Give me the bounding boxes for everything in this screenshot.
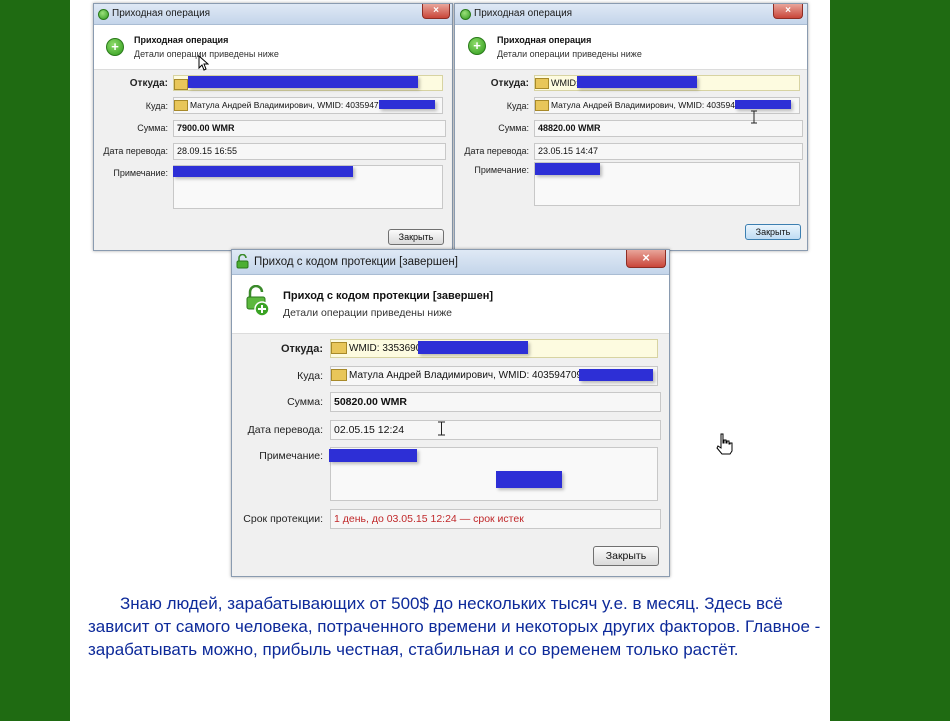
hand-cursor-icon <box>716 433 733 455</box>
redacted-block <box>577 76 697 88</box>
from-value: WMID: <box>551 78 579 88</box>
note-label: Примечание: <box>259 450 323 462</box>
close-icon[interactable]: × <box>626 250 666 268</box>
date-label: Дата перевода: <box>103 146 168 156</box>
webmoney-icon <box>460 9 471 20</box>
wmid-icon <box>535 78 549 90</box>
sum-field[interactable]: 48820.00 WMR <box>534 120 803 137</box>
note-label: Примечание: <box>113 168 168 178</box>
protection-value: 1 день, до 03.05.15 12:24 — срок истек <box>334 513 524 525</box>
wmid-icon <box>535 100 549 112</box>
window-title: Приход с кодом протекции [завершен] <box>254 256 458 268</box>
open-lock-icon <box>236 254 249 269</box>
body-paragraph: Знаю людей, зарабатывающих от 500$ до не… <box>88 594 821 659</box>
webmoney-icon <box>98 9 109 20</box>
date-value: 28.09.15 16:55 <box>177 146 238 156</box>
redacted-block <box>173 166 353 177</box>
sum-field[interactable]: 50820.00 WMR <box>330 392 661 412</box>
header: Приход с кодом протекции [завершен] Дета… <box>232 275 669 334</box>
body-text: Знаю людей, зарабатывающих от 500$ до не… <box>88 592 823 661</box>
close-button[interactable]: Закрыть <box>388 229 444 245</box>
lock-add-icon <box>246 285 270 317</box>
wmid-icon <box>174 100 188 112</box>
close-icon[interactable]: × <box>773 4 803 19</box>
wmid-icon <box>331 369 347 382</box>
to-label: Куда: <box>297 370 323 382</box>
date-value: 02.05.15 12:24 <box>334 424 405 436</box>
sum-label: Сумма: <box>137 123 168 133</box>
redacted-block <box>418 341 528 354</box>
from-label: Откуда: <box>490 78 529 89</box>
redacted-block <box>735 100 791 109</box>
header: + Приходная операция Детали операции при… <box>455 25 807 70</box>
to-label: Куда: <box>506 101 529 111</box>
redacted-block <box>188 76 418 88</box>
date-label: Дата перевода: <box>247 424 323 436</box>
to-value: Матула Андрей Владимирович, WMID: 403594… <box>349 370 583 381</box>
from-value: WMID: 3353690 <box>349 343 422 354</box>
incoming-operation-window-1: Приходная операция × + Приходная операци… <box>93 3 453 251</box>
close-button[interactable]: Закрыть <box>745 224 801 240</box>
redacted-block <box>329 449 417 462</box>
redacted-block <box>579 369 653 381</box>
from-label: Откуда: <box>280 343 323 355</box>
redacted-block <box>535 163 600 175</box>
sum-value: 7900.00 WMR <box>177 123 235 133</box>
header-title: Приходная операция <box>134 35 229 45</box>
close-button[interactable]: Закрыть <box>593 546 659 566</box>
add-icon: + <box>106 38 124 56</box>
text-cursor-icon <box>751 110 757 124</box>
to-label: Куда: <box>145 101 168 111</box>
title-bar[interactable]: Приход с кодом протекции [завершен] × <box>232 250 669 275</box>
date-field[interactable]: 28.09.15 16:55 <box>173 143 446 160</box>
from-label: Откуда: <box>129 78 168 89</box>
note-label: Примечание: <box>474 165 529 175</box>
header: + Приходная операция Детали операции при… <box>94 25 452 70</box>
title-bar[interactable]: Приходная операция × <box>94 4 452 25</box>
to-value: Матула Андрей Владимирович, WMID: 403594… <box>551 100 750 110</box>
wmid-icon <box>174 79 188 90</box>
sum-label: Сумма: <box>287 396 323 408</box>
date-value: 23.05.15 14:47 <box>538 146 599 156</box>
date-field[interactable]: 02.05.15 12:24 <box>330 420 661 440</box>
header-subtitle: Детали операции приведены ниже <box>497 49 642 59</box>
to-value: Матула Андрей Владимирович, WMID: 403594… <box>190 100 389 110</box>
date-label: Дата перевода: <box>464 146 529 156</box>
sum-value: 48820.00 WMR <box>538 123 601 133</box>
text-cursor-icon <box>438 421 445 436</box>
wmid-icon <box>331 342 347 355</box>
close-icon[interactable]: × <box>422 4 450 19</box>
window-title: Приходная операция <box>474 8 573 19</box>
header-title: Приходная операция <box>497 35 592 45</box>
redacted-block <box>496 471 562 488</box>
window-title: Приходная операция <box>112 8 211 19</box>
header-subtitle: Детали операции приведены ниже <box>283 307 452 319</box>
incoming-operation-window-2: Приходная операция × + Приходная операци… <box>454 3 808 251</box>
redacted-block <box>379 100 435 109</box>
header-title: Приход с кодом протекции [завершен] <box>283 290 494 302</box>
title-bar[interactable]: Приходная операция × <box>455 4 807 25</box>
sum-field[interactable]: 7900.00 WMR <box>173 120 446 137</box>
protected-income-window: Приход с кодом протекции [завершен] × Пр… <box>231 249 670 577</box>
sum-label: Сумма: <box>498 123 529 133</box>
add-icon: + <box>468 37 486 55</box>
date-field[interactable]: 23.05.15 14:47 <box>534 143 803 160</box>
protection-label: Срок протекции: <box>243 513 323 525</box>
sum-value: 50820.00 WMR <box>334 396 407 408</box>
protection-field[interactable]: 1 день, до 03.05.15 12:24 — срок истек <box>330 509 661 529</box>
arrow-cursor-icon <box>198 55 209 71</box>
